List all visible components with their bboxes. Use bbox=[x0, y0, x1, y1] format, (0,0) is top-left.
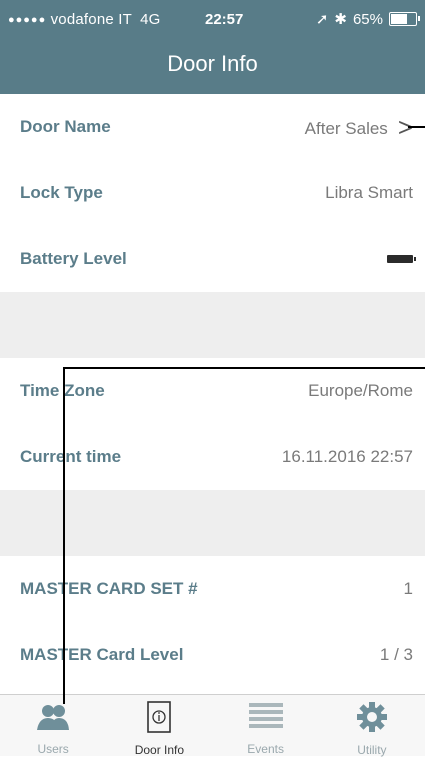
carrier-name: vodafone IT bbox=[50, 11, 132, 28]
status-time: 22:57 bbox=[205, 11, 244, 28]
users-icon bbox=[36, 701, 70, 732]
callout-line-vertical bbox=[63, 367, 65, 704]
nav-bar: Door Info bbox=[0, 37, 425, 94]
row-lock-type: Lock Type Libra Smart bbox=[0, 160, 425, 226]
row-value: 1 / 3 bbox=[379, 645, 413, 664]
bluetooth-icon: ✱ bbox=[334, 11, 347, 28]
carrier-info: ●●●●● vodafone IT 4G bbox=[8, 11, 161, 28]
battery-percent: 65% bbox=[352, 10, 383, 28]
row-label: MASTER Card Level bbox=[20, 645, 184, 664]
tab-events[interactable]: Events bbox=[213, 695, 319, 756]
row-value: 1 bbox=[403, 579, 413, 598]
status-bar: ●●●●● vodafone IT 4G 22:57 ➚ ✱ 65% bbox=[0, 0, 425, 37]
signal-strength: ●●●●● bbox=[8, 14, 47, 26]
battery-level-icon bbox=[387, 255, 416, 263]
row-label: Current time bbox=[20, 447, 122, 466]
row-door-name[interactable]: Door Name After Sales > bbox=[0, 94, 425, 160]
status-right: ➚ ✱ 65% bbox=[315, 10, 420, 28]
tab-label: Events bbox=[247, 742, 284, 756]
tab-utility[interactable]: Utility bbox=[319, 695, 425, 757]
row-label: Door Name bbox=[20, 117, 111, 136]
row-value: 16.11.2016 22:57 bbox=[281, 447, 413, 466]
row-label: Battery Level bbox=[20, 249, 127, 268]
tab-door-info[interactable]: Door Info bbox=[106, 695, 212, 757]
section-separator bbox=[0, 292, 425, 358]
row-value: After Sales > bbox=[304, 114, 413, 140]
callout-line-top bbox=[63, 367, 425, 369]
callout-line-door-name bbox=[408, 126, 425, 128]
row-value: Europe/Rome bbox=[308, 381, 413, 400]
door-info-icon bbox=[146, 701, 172, 733]
network-type: 4G bbox=[140, 11, 161, 28]
events-list-icon bbox=[248, 701, 284, 732]
location-icon: ➚ bbox=[315, 11, 329, 28]
row-value: Libra Smart bbox=[325, 183, 413, 202]
page-title: Door Info bbox=[167, 51, 258, 76]
row-label: Lock Type bbox=[20, 183, 103, 202]
gear-icon bbox=[356, 701, 388, 733]
door-name-value: After Sales bbox=[304, 119, 388, 138]
row-label: MASTER CARD SET # bbox=[20, 579, 198, 598]
tab-label: Users bbox=[37, 742, 69, 756]
tab-users[interactable]: Users bbox=[0, 695, 106, 756]
battery-icon bbox=[389, 12, 420, 26]
row-battery-level: Battery Level bbox=[0, 226, 425, 292]
